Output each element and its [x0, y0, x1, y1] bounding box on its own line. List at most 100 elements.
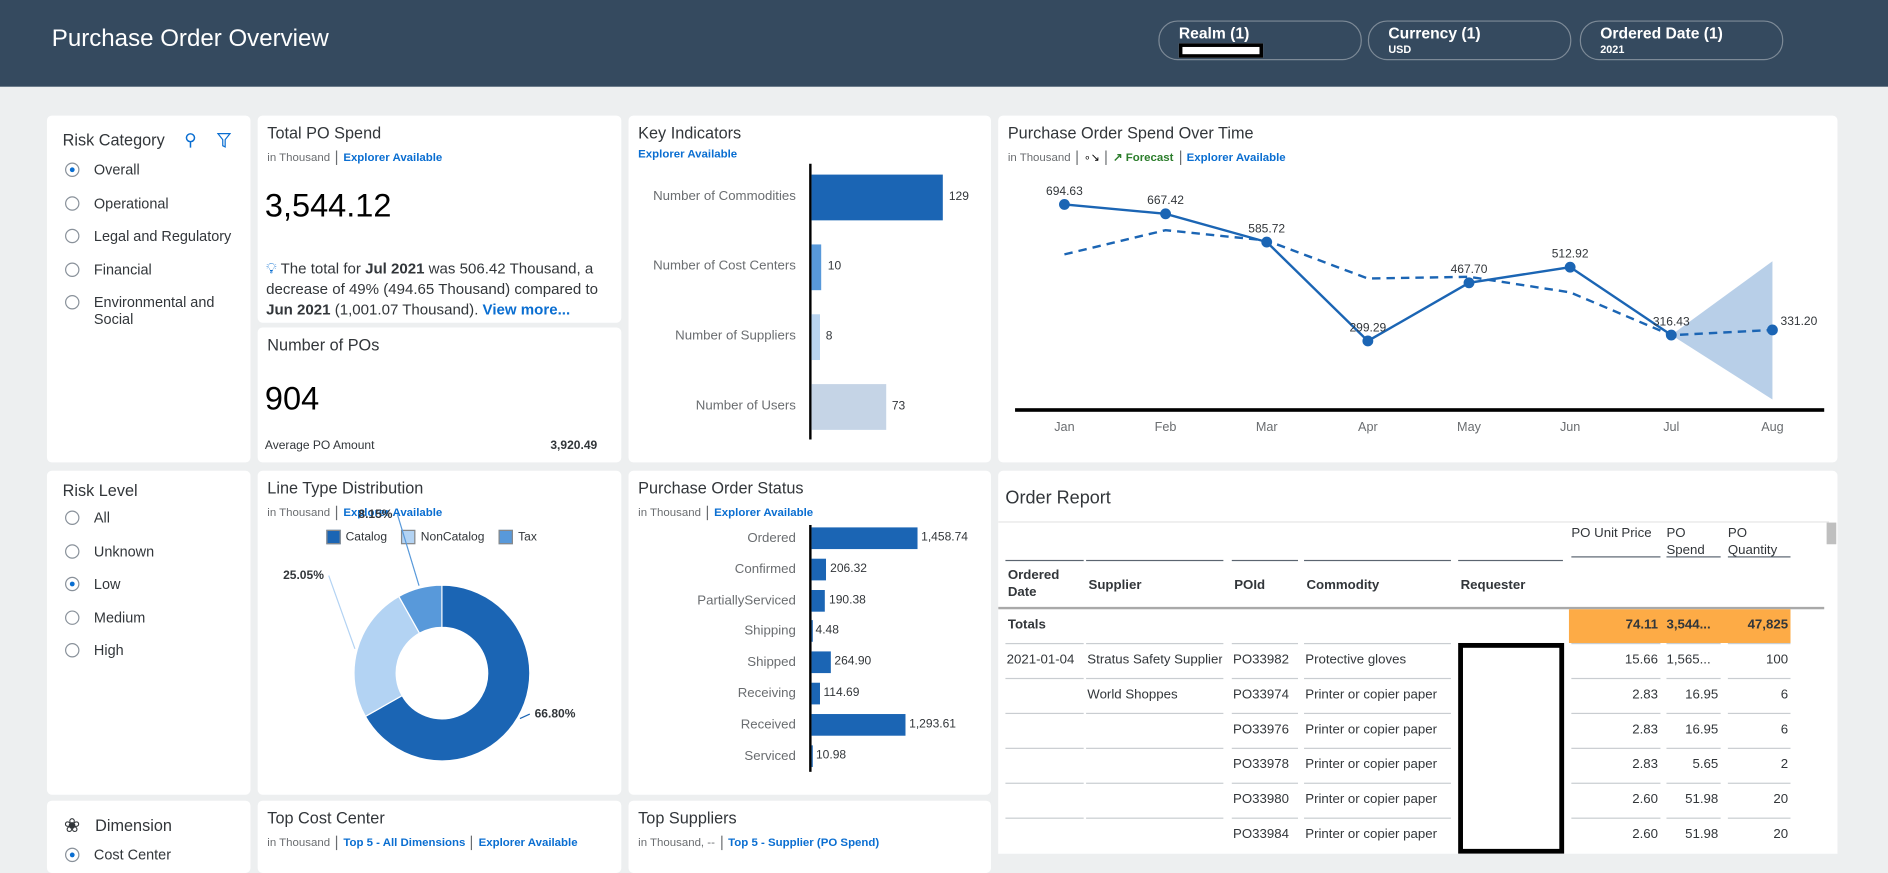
data-point[interactable] [1665, 329, 1677, 341]
table-cell[interactable]: 51.98 [1666, 827, 1718, 841]
table-cell[interactable]: 6 [1728, 722, 1788, 736]
table-cell[interactable]: PO33982 [1233, 653, 1297, 667]
radio-legal-and-regulatory[interactable]: Legal and Regulatory [65, 228, 234, 244]
table-cell[interactable]: PO33974 [1233, 688, 1297, 702]
table-cell[interactable]: World Shoppes [1087, 688, 1222, 702]
explorer-link[interactable]: Explorer Available [638, 148, 737, 161]
status-bar[interactable] [811, 589, 826, 612]
status-bar[interactable] [811, 682, 820, 705]
spend-over-time-card[interactable]: Purchase Order Spend Over Time in Thousa… [998, 115, 1838, 463]
number-of-pos-card[interactable]: Number of POs 904 Average PO Amount 3,92… [257, 327, 622, 463]
table-cell[interactable]: Printer or copier paper [1305, 757, 1449, 771]
table-cell[interactable]: 6 [1728, 688, 1788, 702]
data-point[interactable] [1463, 277, 1475, 289]
data-point[interactable] [1059, 198, 1070, 210]
data-point[interactable] [1767, 324, 1778, 336]
table-cell[interactable]: 2.60 [1571, 792, 1658, 806]
indicator-bar[interactable] [811, 314, 820, 361]
radio-button[interactable] [65, 295, 80, 310]
filter-ordered-date[interactable]: Ordered Date (1) 2021 [1579, 20, 1784, 61]
status-bar[interactable] [811, 558, 827, 581]
table-cell[interactable]: 5.65 [1666, 757, 1718, 771]
table-cell[interactable]: 2.83 [1571, 688, 1658, 702]
status-bar[interactable] [811, 744, 813, 767]
radio-button[interactable] [65, 543, 80, 559]
table-cell[interactable]: PO33978 [1233, 757, 1297, 771]
radio-button[interactable] [65, 609, 80, 625]
radio-overall[interactable]: Overall [65, 161, 234, 178]
scrollbar[interactable] [1826, 522, 1837, 545]
table-cell[interactable]: Protective gloves [1305, 653, 1449, 667]
radio-button[interactable] [65, 261, 80, 277]
status-bar[interactable] [811, 713, 906, 736]
explorer-link[interactable]: Explorer Available [479, 836, 578, 849]
column-header[interactable]: PO Spend [1666, 525, 1720, 559]
table-cell[interactable]: Printer or copier paper [1305, 722, 1449, 736]
view-more-link[interactable]: View more... [483, 301, 571, 318]
table-cell[interactable]: 51.98 [1666, 792, 1718, 806]
table-cell[interactable]: 2.83 [1571, 757, 1658, 771]
top5-link[interactable]: Top 5 - All Dimensions [343, 836, 465, 849]
column-header[interactable]: Supplier [1089, 577, 1226, 594]
table-cell[interactable]: 2.83 [1571, 722, 1658, 736]
column-header[interactable]: Commodity [1306, 577, 1453, 594]
data-point[interactable] [1564, 261, 1576, 273]
table-cell[interactable]: Stratus Safety Supplier [1087, 653, 1222, 667]
filter-currency[interactable]: Currency (1) USD [1367, 20, 1572, 61]
table-cell[interactable]: Printer or copier paper [1305, 688, 1449, 702]
table-cell[interactable]: 20 [1728, 827, 1788, 841]
radio-financial[interactable]: Financial [65, 261, 234, 278]
status-bar[interactable] [811, 527, 918, 550]
radio-low[interactable]: Low [65, 576, 234, 592]
filter-realm[interactable]: Realm (1) [1158, 20, 1362, 61]
table-cell[interactable]: Printer or copier paper [1305, 827, 1449, 841]
radio-button[interactable] [65, 228, 80, 244]
table-cell[interactable]: PO33984 [1233, 827, 1297, 841]
radio-button[interactable] [65, 195, 80, 211]
table-cell[interactable]: 1,565... [1666, 653, 1718, 667]
table-cell[interactable]: 20 [1728, 792, 1788, 806]
table-cell[interactable]: PO33980 [1233, 792, 1297, 806]
radio-cost-center[interactable]: Cost Center [65, 846, 171, 863]
table-cell[interactable]: 100 [1728, 653, 1788, 667]
radio-button[interactable] [65, 510, 80, 525]
table-cell[interactable]: 16.95 [1666, 688, 1718, 702]
column-header[interactable]: Requester [1461, 577, 1566, 594]
top-suppliers-card[interactable]: Top Suppliers in Thousand, -- Top 5 - Sup… [628, 800, 991, 873]
table-cell[interactable]: PO33976 [1233, 722, 1297, 736]
table-cell[interactable]: 2 [1728, 757, 1788, 771]
top-cost-center-card[interactable]: Top Cost Center in Thousand Top 5 - All D… [257, 800, 622, 873]
search-icon[interactable]: ⚲ [184, 130, 196, 150]
radio-button[interactable] [65, 642, 80, 658]
data-point[interactable] [1160, 208, 1171, 220]
column-header[interactable]: PO Unit Price [1571, 525, 1660, 542]
indicator-bar[interactable] [811, 174, 943, 221]
radio-operational[interactable]: Operational [65, 194, 234, 211]
indicator-bar[interactable] [811, 244, 822, 291]
radio-button[interactable] [65, 576, 80, 592]
po-status-card[interactable]: Purchase Order Status in Thousand Explore… [628, 470, 991, 795]
column-header[interactable]: Ordered Date [1008, 567, 1086, 601]
radio-button[interactable] [65, 162, 80, 178]
key-indicators-card[interactable]: Key Indicators Explorer Available Number… [628, 115, 991, 463]
table-cell[interactable]: 2.60 [1571, 827, 1658, 841]
data-point[interactable] [1362, 335, 1374, 347]
data-point[interactable] [1261, 236, 1273, 248]
column-header[interactable]: PO Quantity [1728, 525, 1791, 559]
top5-link[interactable]: Top 5 - Supplier (PO Spend) [728, 836, 879, 849]
table-cell[interactable]: Printer or copier paper [1305, 792, 1449, 806]
radio-all[interactable]: All [65, 509, 234, 526]
radio-high[interactable]: High [65, 642, 234, 659]
line-type-card[interactable]: Line Type Distribution in Thousand Explor… [257, 470, 622, 795]
table-cell[interactable]: 16.95 [1666, 722, 1718, 736]
status-bar[interactable] [811, 651, 831, 674]
table-cell[interactable]: 2021-01-04 [1007, 653, 1083, 667]
radio-medium[interactable]: Medium [65, 609, 234, 626]
status-bar[interactable] [811, 620, 813, 643]
explorer-link[interactable]: Explorer Available [343, 151, 442, 164]
column-header[interactable]: POId [1234, 577, 1300, 594]
explorer-link[interactable]: Explorer Available [714, 506, 813, 519]
radio-environmental-and-social[interactable]: Environmental and Social [65, 294, 234, 328]
indicator-bar[interactable] [811, 384, 886, 430]
radio-unknown[interactable]: Unknown [65, 542, 234, 559]
